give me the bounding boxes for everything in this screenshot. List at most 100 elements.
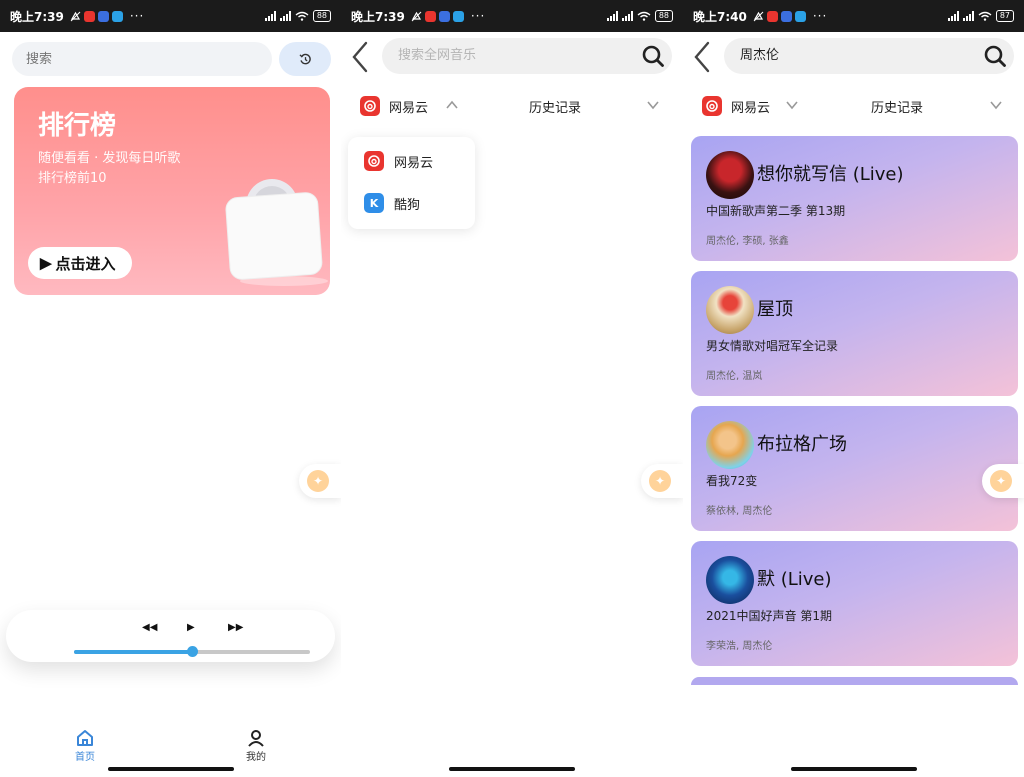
song-album: 中国新歌声第二季 第13期 <box>706 204 846 218</box>
history-selector[interactable]: 历史记录 <box>529 97 581 116</box>
app-notification-icon <box>452 10 464 22</box>
dropdown-item-netease[interactable]: 网易云 <box>364 149 433 173</box>
source-selector[interactable]: 网易云 <box>731 97 770 116</box>
search-screen-dropdown: 晚上7:39 ··· 88 搜索全网音乐 网易云 历史记录 网易云 K 酷狗 ✦ <box>341 0 683 777</box>
home-indicator <box>107 767 234 771</box>
kugou-logo-icon: K <box>364 193 384 213</box>
netease-logo-icon[interactable] <box>360 96 380 116</box>
shopping-bag-cd-illustration <box>224 177 330 291</box>
back-chevron-icon <box>352 41 368 73</box>
album-cover <box>706 556 754 604</box>
song-artists: 蔡依林, 周杰伦 <box>706 506 773 517</box>
status-bar: 晚上7:40 ··· 87 <box>683 0 1024 32</box>
album-cover <box>706 421 754 469</box>
more-notifications-icon: ··· <box>129 9 145 23</box>
battery-icon: 88 <box>654 10 673 22</box>
signal-icon <box>279 11 291 21</box>
back-button[interactable] <box>691 40 717 76</box>
status-time: 晚上7:40 <box>693 9 747 24</box>
app-notification-icon <box>83 10 95 22</box>
signal-icon <box>606 11 618 21</box>
tab-profile[interactable]: 我的 <box>226 728 286 763</box>
ranking-title: 排行榜 <box>38 111 117 141</box>
home-indicator <box>449 767 575 771</box>
mute-icon <box>70 11 81 22</box>
search-icon[interactable] <box>642 45 664 67</box>
user-icon <box>248 730 264 747</box>
search-placeholder: 搜索全网音乐 <box>398 48 477 63</box>
wifi-icon <box>978 11 992 21</box>
dropdown-item-label: 酷狗 <box>394 197 421 213</box>
netease-logo-icon[interactable] <box>702 96 722 116</box>
app-notification-icon <box>794 10 806 22</box>
signal-icon <box>621 11 633 21</box>
signal-icon <box>947 11 959 21</box>
back-chevron-icon <box>694 41 710 73</box>
song-title: 想你就写信 (Live) <box>757 164 904 185</box>
play-button-icon[interactable]: ▶ <box>187 622 195 633</box>
battery-icon: 87 <box>995 10 1014 22</box>
battery-icon: 88 <box>312 10 331 22</box>
accessibility-icon: ✦ <box>990 470 1012 492</box>
mute-icon <box>411 11 422 22</box>
song-result-card[interactable]: 默 (Live) 2021中国好声音 第1期 李荣浩, 周杰伦 <box>691 541 1018 666</box>
signal-icon <box>962 11 974 21</box>
status-bar: 晚上7:39 ··· 88 <box>0 0 341 32</box>
search-input[interactable] <box>12 42 272 76</box>
home-icon <box>77 730 93 746</box>
song-album: 2021中国好声音 第1期 <box>706 609 832 623</box>
accessibility-float-button[interactable]: ✦ <box>982 464 1024 498</box>
ranking-subtitle: 随便看看 · 发现每日听歌 <box>38 151 181 166</box>
song-title: 布拉格广场 <box>757 434 847 455</box>
accessibility-float-button[interactable]: ✦ <box>641 464 683 498</box>
chevron-up-icon[interactable] <box>445 99 459 111</box>
more-notifications-icon: ··· <box>470 9 486 23</box>
wifi-icon <box>637 11 651 21</box>
source-filter-row: 网易云 历史记录 <box>341 92 683 120</box>
chevron-down-icon[interactable] <box>989 99 1003 111</box>
source-filter-row: 网易云 历史记录 <box>683 92 1024 120</box>
album-cover <box>706 286 754 334</box>
song-result-card[interactable]: 屋顶 男女情歌对唱冠军全记录 周杰伦, 温岚 <box>691 271 1018 396</box>
song-title: 屋顶 <box>757 299 793 320</box>
app-notification-icon <box>438 10 450 22</box>
home-screen: 晚上7:39 ··· 88 排行榜 随便看看 · 发现每日听歌 排行榜前10 <box>0 0 341 777</box>
search-query: 周杰伦 <box>740 48 780 63</box>
next-track-icon[interactable]: ▶▶ <box>228 622 243 633</box>
chevron-down-icon[interactable] <box>785 99 799 111</box>
song-artists: 李荣浩, 周杰伦 <box>706 641 773 652</box>
more-notifications-icon: ··· <box>812 9 828 23</box>
tab-profile-label: 我的 <box>246 752 266 763</box>
back-button[interactable] <box>349 40 375 76</box>
song-artists: 周杰伦, 李硕, 张鑫 <box>706 236 789 247</box>
tab-home[interactable]: 首页 <box>55 728 115 763</box>
home-indicator <box>790 767 917 771</box>
search-input[interactable]: 搜索全网音乐 <box>382 38 672 74</box>
signal-icon <box>264 11 276 21</box>
history-button[interactable] <box>279 42 331 76</box>
search-input[interactable]: 周杰伦 <box>724 38 1014 74</box>
netease-logo-icon <box>364 151 384 171</box>
ranking-subtitle-2: 排行榜前10 <box>38 171 107 186</box>
progress-slider[interactable] <box>74 646 310 657</box>
song-result-card[interactable]: 想你就写信 (Live) 中国新歌声第二季 第13期 周杰伦, 李硕, 张鑫 <box>691 136 1018 261</box>
dropdown-item-kugou[interactable]: K 酷狗 <box>364 191 420 215</box>
accessibility-float-button[interactable]: ✦ <box>299 464 341 498</box>
progress-fill <box>74 650 192 654</box>
song-result-card-partial[interactable] <box>691 677 1018 685</box>
app-notification-icon <box>780 10 792 22</box>
status-bar: 晚上7:39 ··· 88 <box>341 0 683 32</box>
search-icon[interactable] <box>984 45 1006 67</box>
source-selector[interactable]: 网易云 <box>389 97 428 116</box>
accessibility-icon: ✦ <box>649 470 671 492</box>
previous-track-icon[interactable]: ◀◀ <box>142 622 157 633</box>
enter-ranking-button[interactable]: ▶ 点击进入 <box>28 247 132 279</box>
music-player: ◀◀ ▶ ▶▶ <box>6 610 335 662</box>
ranking-card[interactable]: 排行榜 随便看看 · 发现每日听歌 排行榜前10 ▶ 点击进入 <box>14 87 330 295</box>
dropdown-item-label: 网易云 <box>394 155 434 171</box>
chevron-down-icon[interactable] <box>646 99 660 111</box>
album-cover <box>706 151 754 199</box>
song-result-card[interactable]: 布拉格广场 看我72变 蔡依林, 周杰伦 <box>691 406 1018 531</box>
progress-knob[interactable] <box>187 646 198 657</box>
history-selector[interactable]: 历史记录 <box>871 97 923 116</box>
